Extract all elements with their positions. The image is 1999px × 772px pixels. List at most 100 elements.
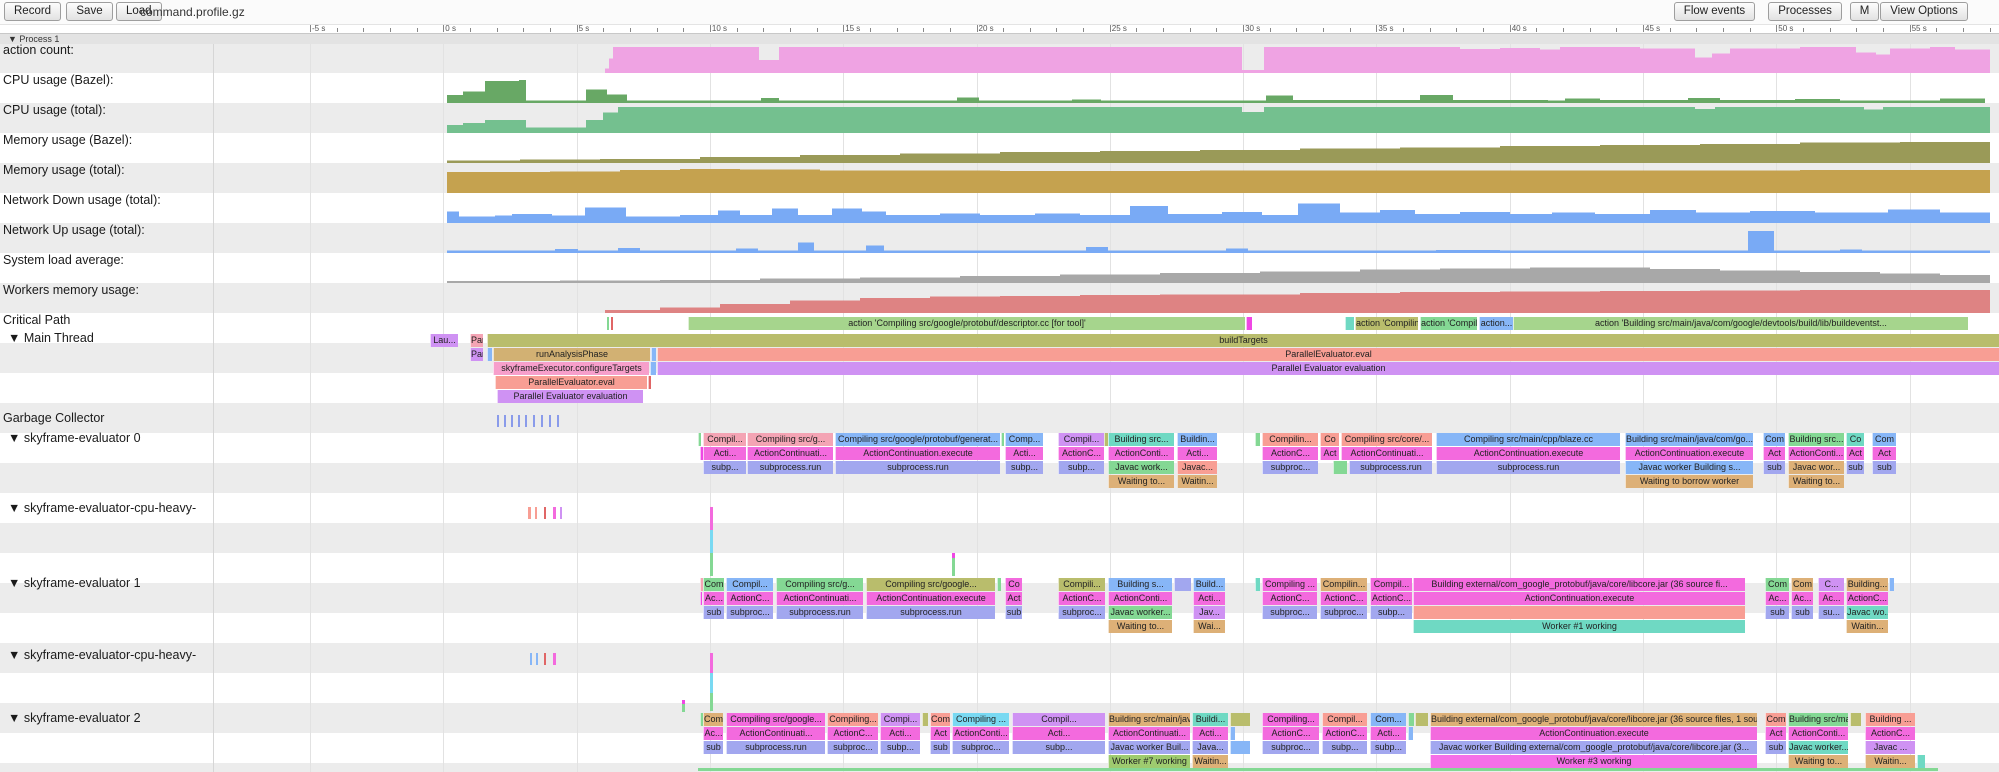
toolbar-button-save[interactable]: Save <box>66 2 112 21</box>
trace-span[interactable]: runAnalysisPhase <box>493 348 650 361</box>
trace-span[interactable] <box>1413 606 1745 619</box>
trace-span[interactable]: subp... <box>1322 741 1367 754</box>
trace-tick[interactable] <box>541 415 543 427</box>
trace-span[interactable]: subp... <box>703 461 746 474</box>
trace-span[interactable]: Act <box>1005 592 1022 605</box>
trace-span[interactable]: Parallel Evaluator evaluation <box>497 390 643 403</box>
trace-span[interactable] <box>1174 578 1191 591</box>
trace-span[interactable]: action 'Compili... <box>1420 317 1477 330</box>
trace-tick[interactable] <box>611 317 613 330</box>
trace-span[interactable]: Javac worker Buil... <box>1108 741 1190 754</box>
trace-span[interactable]: ActionContinuation.execute <box>1625 447 1753 460</box>
track-header-skyframe-evaluator-0[interactable]: ▼ skyframe-evaluator 0 <box>8 431 141 446</box>
trace-span[interactable]: Ac... <box>703 727 723 740</box>
track-header-skyframe-evaluator-cpu-heavy[interactable]: ▼ skyframe-evaluator-cpu-heavy- <box>8 648 196 663</box>
trace-span[interactable] <box>1001 433 1004 446</box>
trace-tick[interactable] <box>607 317 609 330</box>
trace-tick[interactable] <box>530 653 532 665</box>
trace-span[interactable]: Acti... <box>1193 592 1225 605</box>
trace-span[interactable]: ActionC... <box>1865 727 1915 740</box>
trace-span[interactable]: Compi... <box>880 713 920 726</box>
trace-span[interactable]: Com <box>1765 713 1786 726</box>
trace-span[interactable]: Building... <box>1846 578 1888 591</box>
trace-span[interactable] <box>1408 727 1413 740</box>
trace-span[interactable]: ActionConti... <box>952 727 1009 740</box>
trace-span[interactable]: Com <box>1763 433 1785 446</box>
trace-span[interactable]: Co <box>1846 433 1864 446</box>
trace-span[interactable]: Acti... <box>1370 727 1406 740</box>
trace-span[interactable]: Act <box>1763 447 1785 460</box>
trace-span[interactable] <box>1408 713 1414 726</box>
trace-span[interactable]: Co <box>1005 578 1022 591</box>
trace-span[interactable]: ActionContinuati... <box>1108 727 1190 740</box>
track-header-skyframe-evaluator-2[interactable]: ▼ skyframe-evaluator 2 <box>8 711 141 726</box>
trace-tick[interactable] <box>553 507 556 519</box>
trace-span[interactable]: Waiting to... <box>1108 620 1172 633</box>
trace-span[interactable] <box>1917 755 1925 768</box>
trace-span[interactable] <box>1255 433 1260 446</box>
trace-span[interactable]: Waiting to borrow worker <box>1625 475 1753 488</box>
trace-span[interactable]: Comp... <box>1005 433 1043 446</box>
trace-span[interactable]: ActionConti... <box>1788 447 1844 460</box>
trace-span[interactable] <box>1246 317 1252 330</box>
trace-span[interactable] <box>1230 713 1250 726</box>
trace-span[interactable]: subp... <box>1058 461 1104 474</box>
trace-span[interactable]: ActionConti... <box>1108 447 1174 460</box>
trace-tick[interactable] <box>497 415 499 427</box>
trace-span[interactable]: Par <box>470 348 483 361</box>
trace-span[interactable]: su... <box>1818 606 1844 619</box>
process-header[interactable]: ▼ Process 1 <box>0 33 1999 44</box>
trace-span[interactable]: subp... <box>880 741 920 754</box>
trace-span[interactable]: Javac worker Building s... <box>1625 461 1753 474</box>
trace-span[interactable]: ActionContinuation.execute <box>1436 447 1620 460</box>
timeline-canvas[interactable]: action 'Compiling src/google/protobuf/de… <box>0 0 1999 772</box>
trace-span[interactable]: Waiting to... <box>1108 475 1174 488</box>
trace-span[interactable]: subproc... <box>1058 606 1105 619</box>
trace-span[interactable]: Buildin... <box>1177 433 1217 446</box>
trace-span[interactable]: sub <box>1765 741 1786 754</box>
trace-span[interactable]: ActionC... <box>1370 592 1412 605</box>
trace-span[interactable] <box>650 362 656 375</box>
trace-span[interactable]: Acti... <box>880 727 920 740</box>
trace-span[interactable]: subp... <box>1012 741 1105 754</box>
trace-span[interactable]: Act <box>1846 447 1864 460</box>
trace-span[interactable]: Com <box>1791 578 1813 591</box>
trace-span[interactable] <box>1889 578 1894 591</box>
trace-span[interactable]: Par <box>470 334 483 347</box>
trace-span[interactable]: sub <box>703 741 723 754</box>
trace-span[interactable]: Compiling src/g... <box>747 433 833 446</box>
trace-span[interactable] <box>651 348 656 361</box>
trace-span[interactable]: ActionC... <box>1058 447 1104 460</box>
trace-span[interactable]: subprocess.run <box>726 741 825 754</box>
trace-span[interactable]: Compil... <box>703 433 746 446</box>
trace-span[interactable]: Compiling src/google... <box>726 713 825 726</box>
trace-span[interactable]: ActionConti... <box>1788 727 1848 740</box>
trace-span[interactable]: Java... <box>1192 741 1228 754</box>
trace-span[interactable]: Compiling src/google/protobuf/generat... <box>835 433 1000 446</box>
trace-span[interactable]: subproc... <box>1262 741 1319 754</box>
trace-tick[interactable] <box>504 415 506 427</box>
trace-span[interactable]: Building src/ma... <box>1788 713 1848 726</box>
trace-span[interactable]: Building src... <box>1788 433 1844 446</box>
trace-span[interactable]: subproc... <box>952 741 1009 754</box>
trace-span[interactable]: Act <box>1765 727 1786 740</box>
trace-tick[interactable] <box>710 693 713 711</box>
trace-span[interactable] <box>698 433 701 446</box>
trace-span[interactable]: Waitin... <box>1192 755 1228 768</box>
trace-span[interactable]: Com <box>930 713 950 726</box>
trace-span[interactable]: subproc... <box>1262 606 1317 619</box>
trace-span[interactable]: Building external/com_google_protobuf/ja… <box>1413 578 1745 591</box>
trace-span[interactable]: subprocess.run <box>866 606 995 619</box>
trace-span[interactable]: Co <box>1320 433 1339 446</box>
toolbar-button-flow-events[interactable]: Flow events <box>1674 2 1755 21</box>
trace-span[interactable]: action 'Compiling... <box>1355 317 1418 330</box>
trace-span[interactable]: Ac... <box>703 592 724 605</box>
trace-span[interactable]: action 'Building src/main/java/com/googl… <box>1513 317 1968 330</box>
trace-span[interactable]: Worker #1 working <box>1413 620 1745 633</box>
trace-span[interactable]: action... <box>1479 317 1513 330</box>
trace-span[interactable]: Javac... <box>1177 461 1217 474</box>
trace-span[interactable]: ActionContinuation.execute <box>1413 592 1745 605</box>
trace-tick[interactable] <box>710 553 713 576</box>
trace-span[interactable]: ActionConti... <box>1108 592 1172 605</box>
trace-span[interactable]: Compiling src/g... <box>776 578 863 591</box>
